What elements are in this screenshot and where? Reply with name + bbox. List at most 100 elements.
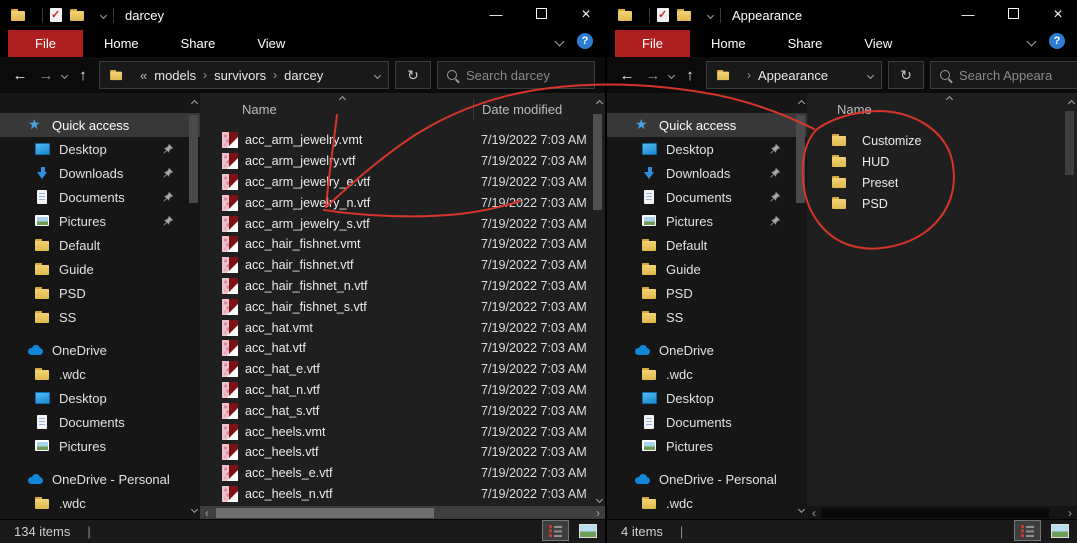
breadcrumb-survivors[interactable]: survivors — [214, 68, 266, 83]
maximize-button[interactable] — [1006, 0, 1020, 30]
tab-share[interactable]: Share — [767, 30, 844, 57]
folder-row[interactable]: Customize — [807, 130, 1063, 151]
breadcrumb-appearance[interactable]: Appearance — [758, 68, 828, 83]
close-button[interactable]: × — [579, 0, 593, 30]
tab-home[interactable]: Home — [690, 30, 767, 57]
sidebar-item[interactable]: Guide — [0, 257, 200, 281]
scroll-up-icon[interactable] — [595, 99, 604, 108]
properties-qat-icon[interactable] — [50, 8, 62, 22]
new-folder-qat-icon[interactable] — [69, 8, 86, 23]
scroll-down-icon[interactable] — [190, 505, 199, 514]
scroll-right-icon[interactable]: › — [1063, 506, 1077, 520]
sidebar-item[interactable]: Guide — [607, 257, 807, 281]
sidebar-item[interactable]: Documents — [0, 185, 200, 209]
file-row[interactable]: acc_hat_e.vtf 7/19/2022 7:03 AM — [200, 359, 591, 380]
up-button[interactable]: ↑ — [73, 67, 93, 84]
sidebar-item[interactable]: Default — [607, 233, 807, 257]
tab-file[interactable]: File — [615, 30, 690, 57]
folder-row[interactable]: Preset — [807, 172, 1063, 193]
file-row[interactable]: acc_hat_n.vtf 7/19/2022 7:03 AM — [200, 380, 591, 401]
sidebar-item[interactable]: Downloads — [607, 161, 807, 185]
close-button[interactable]: × — [1051, 0, 1065, 30]
sidebar-item[interactable]: OneDrive — [607, 338, 807, 362]
sidebar-item[interactable]: PSD — [607, 281, 807, 305]
sidebar-item[interactable]: OneDrive — [0, 338, 200, 362]
sidebar-item[interactable]: Desktop — [607, 137, 807, 161]
tab-share[interactable]: Share — [160, 30, 237, 57]
scroll-up-icon[interactable] — [797, 99, 806, 108]
file-row[interactable]: acc_hat.vmt 7/19/2022 7:03 AM — [200, 317, 591, 338]
file-row[interactable]: acc_heels_e.vtf 7/19/2022 7:03 AM — [200, 463, 591, 484]
file-row[interactable]: acc_hair_fishnet_s.vtf 7/19/2022 7:03 AM — [200, 296, 591, 317]
sidebar-item[interactable]: Desktop — [0, 137, 200, 161]
sidebar-item[interactable]: .wdc — [607, 491, 807, 515]
list-vertical-scrollbar[interactable] — [591, 93, 605, 506]
scrollbar-thumb[interactable] — [216, 508, 434, 518]
list-horizontal-scrollbar[interactable]: ‹ › — [200, 506, 605, 520]
refresh-button[interactable]: ↻ — [395, 61, 431, 89]
list-horizontal-scrollbar[interactable]: ‹ › — [807, 506, 1077, 520]
details-view-button[interactable] — [542, 520, 569, 541]
tab-view[interactable]: View — [236, 30, 306, 57]
sidebar-item[interactable]: OneDrive - Personal — [0, 467, 200, 491]
scroll-down-icon[interactable] — [595, 495, 604, 504]
file-row[interactable]: acc_arm_jewelry_e.vtf 7/19/2022 7:03 AM — [200, 172, 591, 193]
tab-view[interactable]: View — [843, 30, 913, 57]
up-button[interactable]: ↑ — [680, 67, 700, 84]
file-row[interactable]: acc_hat_s.vtf 7/19/2022 7:03 AM — [200, 400, 591, 421]
file-row[interactable]: acc_hair_fishnet_n.vtf 7/19/2022 7:03 AM — [200, 276, 591, 297]
scrollbar-thumb[interactable] — [1065, 111, 1074, 175]
breadcrumb[interactable]: « models › survivors › darcey — [99, 61, 389, 89]
sidebar-item[interactable]: Pictures — [607, 209, 807, 233]
recent-locations-icon[interactable] — [60, 71, 69, 79]
breadcrumb-models[interactable]: models — [154, 68, 196, 83]
file-row[interactable]: acc_heels.vmt 7/19/2022 7:03 AM — [200, 421, 591, 442]
tab-home[interactable]: Home — [83, 30, 160, 57]
sidebar-item[interactable]: .wdc — [0, 491, 200, 515]
sidebar-scrollbar[interactable] — [794, 93, 807, 520]
scroll-left-icon[interactable]: ‹ — [200, 506, 214, 520]
folder-row[interactable]: PSD — [807, 193, 1063, 214]
search-input[interactable] — [957, 66, 1068, 84]
file-row[interactable]: acc_arm_jewelry_n.vtf 7/19/2022 7:03 AM — [200, 192, 591, 213]
sidebar-item[interactable]: SS — [0, 305, 200, 329]
refresh-button[interactable]: ↻ — [888, 61, 924, 89]
file-row[interactable]: acc_arm_jewelry.vtf 7/19/2022 7:03 AM — [200, 151, 591, 172]
minimize-button[interactable]: — — [489, 0, 503, 30]
minimize-button[interactable]: — — [961, 0, 975, 30]
scroll-right-icon[interactable]: › — [591, 506, 605, 520]
sidebar-item[interactable]: Documents — [607, 185, 807, 209]
file-row[interactable]: acc_hair_fishnet.vmt 7/19/2022 7:03 AM — [200, 234, 591, 255]
column-header-name[interactable]: Name — [807, 102, 872, 117]
back-button[interactable]: ← — [10, 67, 30, 84]
file-row[interactable]: acc_arm_jewelry.vmt 7/19/2022 7:03 AM — [200, 130, 591, 151]
folder-row[interactable]: HUD — [807, 151, 1063, 172]
sidebar-item[interactable]: Desktop — [0, 386, 200, 410]
file-row[interactable]: acc_hat.vtf 7/19/2022 7:03 AM — [200, 338, 591, 359]
scrollbar-thumb[interactable] — [189, 115, 198, 203]
scroll-down-icon[interactable] — [797, 505, 806, 514]
sidebar-item[interactable]: PSD — [0, 281, 200, 305]
scrollbar-thumb[interactable] — [593, 114, 602, 210]
scroll-up-icon[interactable] — [190, 99, 199, 108]
scroll-left-icon[interactable]: ‹ — [807, 506, 821, 520]
scrollbar-thumb[interactable] — [796, 115, 805, 203]
file-row[interactable]: acc_heels_n.vtf 7/19/2022 7:03 AM — [200, 484, 591, 505]
qat-dropdown-icon[interactable] — [706, 11, 715, 19]
forward-button[interactable]: → — [643, 67, 663, 84]
new-folder-qat-icon[interactable] — [676, 8, 693, 23]
sidebar-item[interactable]: SS — [607, 305, 807, 329]
help-icon[interactable]: ? — [577, 33, 593, 49]
file-row[interactable]: acc_arm_jewelry_s.vtf 7/19/2022 7:03 AM — [200, 213, 591, 234]
breadcrumb-darcey[interactable]: darcey — [284, 68, 323, 83]
sidebar-item[interactable]: Default — [0, 233, 200, 257]
column-header-date-modified[interactable]: Date modified — [473, 98, 562, 121]
sidebar-item[interactable]: Pictures — [0, 434, 200, 458]
sidebar-item[interactable]: Downloads — [0, 161, 200, 185]
crumb-overflow[interactable]: « — [140, 68, 147, 83]
sidebar-item[interactable]: Documents — [607, 410, 807, 434]
forward-button[interactable]: → — [36, 67, 56, 84]
sidebar-item[interactable]: Quick access — [607, 113, 807, 137]
search-input[interactable] — [464, 66, 585, 84]
details-view-button[interactable] — [1014, 520, 1041, 541]
